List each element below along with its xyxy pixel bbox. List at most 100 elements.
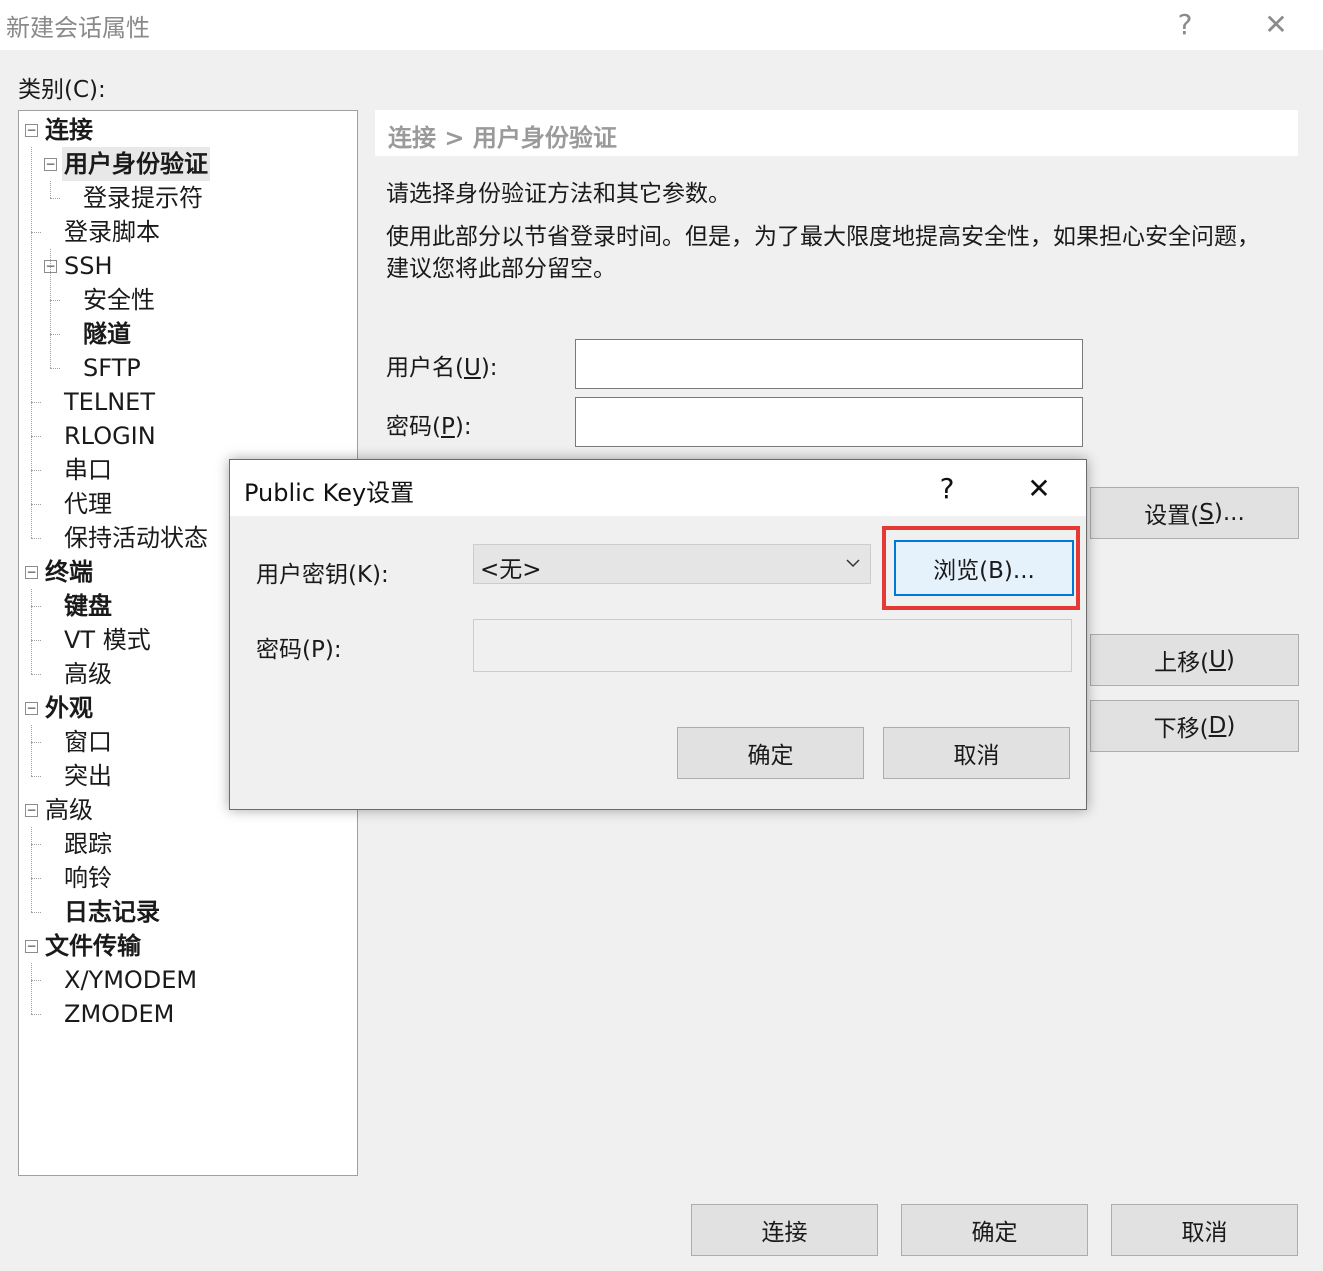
tree-item[interactable]: 登录脚本 [62, 215, 162, 249]
tree-item-label: 连接 [45, 116, 93, 144]
tree-item[interactable]: 键盘 [62, 589, 114, 623]
tree-connector [31, 1014, 41, 1015]
dialog-title: Public Key设置 [244, 479, 415, 507]
tree-connector [31, 742, 41, 743]
tree-item-label: TELNET [64, 388, 155, 416]
tree-item-label: 隧道 [83, 320, 131, 348]
tree-item-label: 登录脚本 [64, 218, 160, 246]
tree-item[interactable]: 代理 [62, 487, 114, 521]
tree-item[interactable]: 外观 [43, 691, 95, 725]
tree-connector [50, 334, 60, 335]
ok-button[interactable]: 确定 [901, 1204, 1088, 1256]
tree-item[interactable]: 突出 [62, 759, 114, 793]
close-button[interactable]: ✕ [1246, 4, 1306, 44]
tree-item[interactable]: SFTP [81, 351, 143, 385]
tree-connector [31, 606, 41, 607]
dialog-cancel-button[interactable]: 取消 [883, 727, 1070, 779]
browse-button[interactable]: 浏览(B)... [894, 540, 1074, 596]
tree-connector [31, 232, 41, 233]
tree-connector [50, 300, 60, 301]
tree-guide [31, 725, 32, 776]
tree-connector [31, 912, 41, 913]
chevron-down-icon [846, 559, 860, 568]
tree-item[interactable]: ZMODEM [62, 997, 176, 1031]
tree-item-label: 外观 [45, 694, 93, 722]
tree-item-label: 保持活动状态 [64, 524, 208, 552]
tree-item[interactable]: VT 模式 [62, 623, 153, 657]
tree-item-label: 文件传输 [45, 932, 141, 960]
tree-item[interactable]: 文件传输 [43, 929, 143, 963]
tree-connector [31, 470, 41, 471]
tree-item[interactable]: 高级 [43, 793, 95, 827]
public-key-dialog: Public Key设置 ? ✕ 用户密钥(K): <无> 浏览(B)... 密… [229, 459, 1087, 810]
tree-item[interactable]: 响铃 [62, 861, 114, 895]
tree-item[interactable]: SSH [62, 249, 115, 283]
tree-connector [31, 844, 41, 845]
tree-item[interactable]: RLOGIN [62, 419, 158, 453]
tree-item[interactable]: 连接 [43, 113, 95, 147]
tree-item-label: 高级 [45, 796, 93, 824]
username-input[interactable] [575, 339, 1083, 389]
tree-expander-icon[interactable]: − [25, 566, 38, 579]
tree-connector [31, 674, 41, 675]
tree-expander-icon[interactable]: − [25, 804, 38, 817]
tree-item-label: 用户身份验证 [64, 150, 208, 178]
tree-connector [31, 980, 41, 981]
tree-item-label: 串口 [64, 456, 112, 484]
password-input[interactable] [575, 397, 1083, 447]
tree-item-label: 跟踪 [64, 830, 112, 858]
tree-guide [50, 181, 51, 198]
description-line-1: 请选择身份验证方法和其它参数。 [386, 181, 731, 207]
user-key-select[interactable]: <无> [473, 544, 871, 584]
tree-item-label: 登录提示符 [83, 184, 203, 212]
tree-item[interactable]: 高级 [62, 657, 114, 691]
tree-connector [31, 878, 41, 879]
tree-item[interactable]: 安全性 [81, 283, 157, 317]
tree-item-label: 高级 [64, 660, 112, 688]
tree-guide [31, 963, 32, 1014]
tree-item[interactable]: TELNET [62, 385, 157, 419]
passphrase-input[interactable] [473, 619, 1072, 672]
tree-item[interactable]: 串口 [62, 453, 114, 487]
tree-connector [31, 436, 41, 437]
settings-button[interactable]: 设置(S)... [1090, 487, 1299, 539]
connect-button[interactable]: 连接 [691, 1204, 878, 1256]
close-icon: ✕ [1027, 471, 1051, 505]
tree-item-label: ZMODEM [64, 1000, 175, 1028]
tree-guide [31, 147, 32, 538]
tree-connector [31, 504, 41, 505]
tree-item[interactable]: X/YMODEM [62, 963, 199, 997]
tree-item[interactable]: 日志记录 [62, 895, 162, 929]
dialog-ok-button[interactable]: 确定 [677, 727, 864, 779]
tree-item[interactable]: 窗口 [62, 725, 114, 759]
cancel-button[interactable]: 取消 [1111, 1204, 1298, 1256]
dialog-close-button[interactable]: ✕ [1014, 468, 1064, 508]
description-line-3: 建议您将此部分留空。 [386, 256, 616, 282]
tree-expander-icon[interactable]: − [25, 940, 38, 953]
tree-item[interactable]: 跟踪 [62, 827, 114, 861]
tree-connector [50, 198, 60, 199]
tree-guide [31, 827, 32, 912]
tree-expander-icon[interactable]: − [25, 702, 38, 715]
tree-item-label: 突出 [64, 762, 112, 790]
tree-expander-icon[interactable]: − [44, 158, 57, 171]
tree-item-label: SFTP [83, 354, 141, 382]
password-label: 密码(P): [386, 414, 472, 440]
tree-item[interactable]: 保持活动状态 [62, 521, 210, 555]
tree-item[interactable]: 登录提示符 [81, 181, 205, 215]
tree-item-label: 终端 [45, 558, 93, 586]
tree-item[interactable]: 隧道 [81, 317, 133, 351]
move-up-button[interactable]: 上移(U) [1090, 634, 1299, 686]
tree-guide [50, 249, 51, 368]
tree-expander-icon[interactable]: − [25, 124, 38, 137]
help-button[interactable]: ? [1155, 4, 1215, 44]
window-title: 新建会话属性 [6, 14, 150, 42]
tree-item[interactable]: 用户身份验证 [62, 147, 210, 181]
move-down-button[interactable]: 下移(D) [1090, 700, 1299, 752]
dialog-help-button[interactable]: ? [922, 468, 972, 508]
tree-connector [31, 776, 41, 777]
tree-item-label: 代理 [64, 490, 112, 518]
tree-item[interactable]: 终端 [43, 555, 95, 589]
tree-connector [31, 538, 41, 539]
tree-item-label: 窗口 [64, 728, 112, 756]
